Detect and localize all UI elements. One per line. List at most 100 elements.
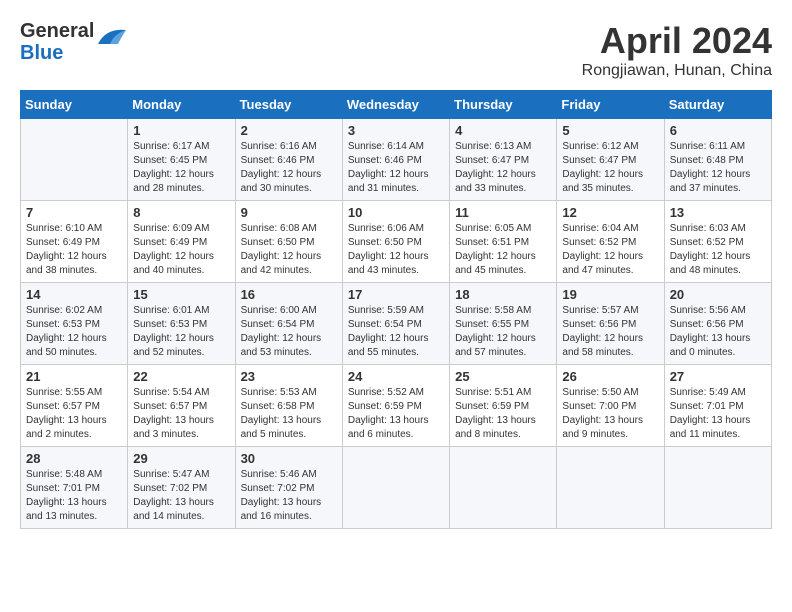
day-number: 12	[562, 205, 658, 220]
day-info: Sunrise: 5:56 AM Sunset: 6:56 PM Dayligh…	[670, 304, 766, 360]
calendar-cell: 27 Sunrise: 5:49 AM Sunset: 7:01 PM Dayli…	[664, 365, 771, 447]
column-header-monday: Monday	[128, 91, 235, 119]
calendar-cell	[450, 447, 557, 529]
day-info: Sunrise: 6:06 AM Sunset: 6:50 PM Dayligh…	[348, 222, 444, 278]
calendar-cell: 3 Sunrise: 6:14 AM Sunset: 6:46 PM Daylig…	[342, 119, 449, 201]
day-number: 13	[670, 205, 766, 220]
week-row-5: 28Sunrise: 5:48 AM Sunset: 7:01 PM Dayli…	[21, 447, 772, 529]
day-number: 18	[455, 287, 551, 302]
location: Rongjiawan, Hunan, China	[582, 62, 772, 80]
calendar-cell: 16Sunrise: 6:00 AM Sunset: 6:54 PM Dayli…	[235, 283, 342, 365]
calendar-cell: 18 Sunrise: 5:58 AM Sunset: 6:55 PM Dayli…	[450, 283, 557, 365]
day-number: 28	[26, 451, 122, 466]
day-info: Sunrise: 6:10 AM Sunset: 6:49 PM Dayligh…	[26, 222, 122, 278]
calendar-cell: 7 Sunrise: 6:10 AM Sunset: 6:49 PM Daylig…	[21, 201, 128, 283]
calendar-cell: 5Sunrise: 6:12 AM Sunset: 6:47 PM Daylig…	[557, 119, 664, 201]
calendar-cell: 20 Sunrise: 5:56 AM Sunset: 6:56 PM Dayli…	[664, 283, 771, 365]
calendar-header-row: SundayMondayTuesdayWednesdayThursdayFrid…	[21, 91, 772, 119]
day-number: 25	[455, 369, 551, 384]
calendar-cell: 11 Sunrise: 6:05 AM Sunset: 6:51 PM Dayli…	[450, 201, 557, 283]
day-number: 11	[455, 205, 551, 220]
calendar-cell: 21 Sunrise: 5:55 AM Sunset: 6:57 PM Dayli…	[21, 365, 128, 447]
day-number: 20	[670, 287, 766, 302]
column-header-thursday: Thursday	[450, 91, 557, 119]
logo: General Blue	[20, 20, 128, 64]
day-number: 26	[562, 369, 658, 384]
day-number: 10	[348, 205, 444, 220]
day-number: 29	[133, 451, 229, 466]
day-number: 27	[670, 369, 766, 384]
day-info: Sunrise: 5:49 AM Sunset: 7:01 PM Dayligh…	[670, 386, 766, 442]
month-title: April 2024	[582, 20, 772, 62]
day-info: Sunrise: 6:03 AM Sunset: 6:52 PM Dayligh…	[670, 222, 766, 278]
day-number: 19	[562, 287, 658, 302]
calendar-cell	[557, 447, 664, 529]
day-info: Sunrise: 6:13 AM Sunset: 6:47 PM Dayligh…	[455, 140, 551, 196]
day-number: 17	[348, 287, 444, 302]
calendar-cell: 12 Sunrise: 6:04 AM Sunset: 6:52 PM Dayli…	[557, 201, 664, 283]
week-row-4: 21 Sunrise: 5:55 AM Sunset: 6:57 PM Dayli…	[21, 365, 772, 447]
day-number: 22	[133, 369, 229, 384]
day-info: Sunrise: 5:58 AM Sunset: 6:55 PM Dayligh…	[455, 304, 551, 360]
day-info: Sunrise: 6:04 AM Sunset: 6:52 PM Dayligh…	[562, 222, 658, 278]
calendar-cell: 9 Sunrise: 6:08 AM Sunset: 6:50 PM Daylig…	[235, 201, 342, 283]
day-info: Sunrise: 6:16 AM Sunset: 6:46 PM Dayligh…	[241, 140, 337, 196]
day-info: Sunrise: 6:17 AM Sunset: 6:45 PM Dayligh…	[133, 140, 229, 196]
calendar-cell: 17Sunrise: 5:59 AM Sunset: 6:54 PM Dayli…	[342, 283, 449, 365]
logo-general: General	[20, 20, 94, 42]
column-header-tuesday: Tuesday	[235, 91, 342, 119]
day-number: 21	[26, 369, 122, 384]
day-number: 23	[241, 369, 337, 384]
day-info: Sunrise: 5:54 AM Sunset: 6:57 PM Dayligh…	[133, 386, 229, 442]
calendar-cell: 10 Sunrise: 6:06 AM Sunset: 6:50 PM Dayli…	[342, 201, 449, 283]
logo-blue: Blue	[20, 42, 63, 64]
week-row-2: 7 Sunrise: 6:10 AM Sunset: 6:49 PM Daylig…	[21, 201, 772, 283]
calendar-cell: 19 Sunrise: 5:57 AM Sunset: 6:56 PM Dayli…	[557, 283, 664, 365]
day-number: 3	[348, 123, 444, 138]
calendar-cell: 24Sunrise: 5:52 AM Sunset: 6:59 PM Dayli…	[342, 365, 449, 447]
week-row-3: 14Sunrise: 6:02 AM Sunset: 6:53 PM Dayli…	[21, 283, 772, 365]
calendar-cell: 28Sunrise: 5:48 AM Sunset: 7:01 PM Dayli…	[21, 447, 128, 529]
calendar-cell: 14Sunrise: 6:02 AM Sunset: 6:53 PM Dayli…	[21, 283, 128, 365]
day-info: Sunrise: 6:02 AM Sunset: 6:53 PM Dayligh…	[26, 304, 122, 360]
day-number: 2	[241, 123, 337, 138]
day-number: 30	[241, 451, 337, 466]
day-info: Sunrise: 5:51 AM Sunset: 6:59 PM Dayligh…	[455, 386, 551, 442]
column-header-sunday: Sunday	[21, 91, 128, 119]
calendar-cell: 26Sunrise: 5:50 AM Sunset: 7:00 PM Dayli…	[557, 365, 664, 447]
day-number: 8	[133, 205, 229, 220]
calendar-cell: 15Sunrise: 6:01 AM Sunset: 6:53 PM Dayli…	[128, 283, 235, 365]
day-number: 24	[348, 369, 444, 384]
day-info: Sunrise: 6:05 AM Sunset: 6:51 PM Dayligh…	[455, 222, 551, 278]
day-info: Sunrise: 5:53 AM Sunset: 6:58 PM Dayligh…	[241, 386, 337, 442]
day-info: Sunrise: 6:08 AM Sunset: 6:50 PM Dayligh…	[241, 222, 337, 278]
calendar-cell: 2 Sunrise: 6:16 AM Sunset: 6:46 PM Daylig…	[235, 119, 342, 201]
calendar-cell: 25 Sunrise: 5:51 AM Sunset: 6:59 PM Dayli…	[450, 365, 557, 447]
calendar-cell: 29 Sunrise: 5:47 AM Sunset: 7:02 PM Dayli…	[128, 447, 235, 529]
day-info: Sunrise: 6:09 AM Sunset: 6:49 PM Dayligh…	[133, 222, 229, 278]
calendar-cell	[664, 447, 771, 529]
calendar-cell: 4 Sunrise: 6:13 AM Sunset: 6:47 PM Daylig…	[450, 119, 557, 201]
day-number: 16	[241, 287, 337, 302]
day-info: Sunrise: 6:14 AM Sunset: 6:46 PM Dayligh…	[348, 140, 444, 196]
day-info: Sunrise: 5:47 AM Sunset: 7:02 PM Dayligh…	[133, 468, 229, 524]
column-header-wednesday: Wednesday	[342, 91, 449, 119]
day-info: Sunrise: 5:46 AM Sunset: 7:02 PM Dayligh…	[241, 468, 337, 524]
column-header-saturday: Saturday	[664, 91, 771, 119]
day-number: 9	[241, 205, 337, 220]
day-number: 4	[455, 123, 551, 138]
day-info: Sunrise: 6:11 AM Sunset: 6:48 PM Dayligh…	[670, 140, 766, 196]
calendar-cell: 1Sunrise: 6:17 AM Sunset: 6:45 PM Daylig…	[128, 119, 235, 201]
day-number: 7	[26, 205, 122, 220]
column-header-friday: Friday	[557, 91, 664, 119]
calendar-cell	[342, 447, 449, 529]
calendar-cell: 13 Sunrise: 6:03 AM Sunset: 6:52 PM Dayli…	[664, 201, 771, 283]
calendar-table: SundayMondayTuesdayWednesdayThursdayFrid…	[20, 90, 772, 529]
calendar-cell: 22 Sunrise: 5:54 AM Sunset: 6:57 PM Dayli…	[128, 365, 235, 447]
calendar-cell: 6Sunrise: 6:11 AM Sunset: 6:48 PM Daylig…	[664, 119, 771, 201]
day-info: Sunrise: 5:55 AM Sunset: 6:57 PM Dayligh…	[26, 386, 122, 442]
calendar-cell: 23 Sunrise: 5:53 AM Sunset: 6:58 PM Dayli…	[235, 365, 342, 447]
week-row-1: 1Sunrise: 6:17 AM Sunset: 6:45 PM Daylig…	[21, 119, 772, 201]
calendar-cell: 30 Sunrise: 5:46 AM Sunset: 7:02 PM Dayli…	[235, 447, 342, 529]
day-info: Sunrise: 5:57 AM Sunset: 6:56 PM Dayligh…	[562, 304, 658, 360]
